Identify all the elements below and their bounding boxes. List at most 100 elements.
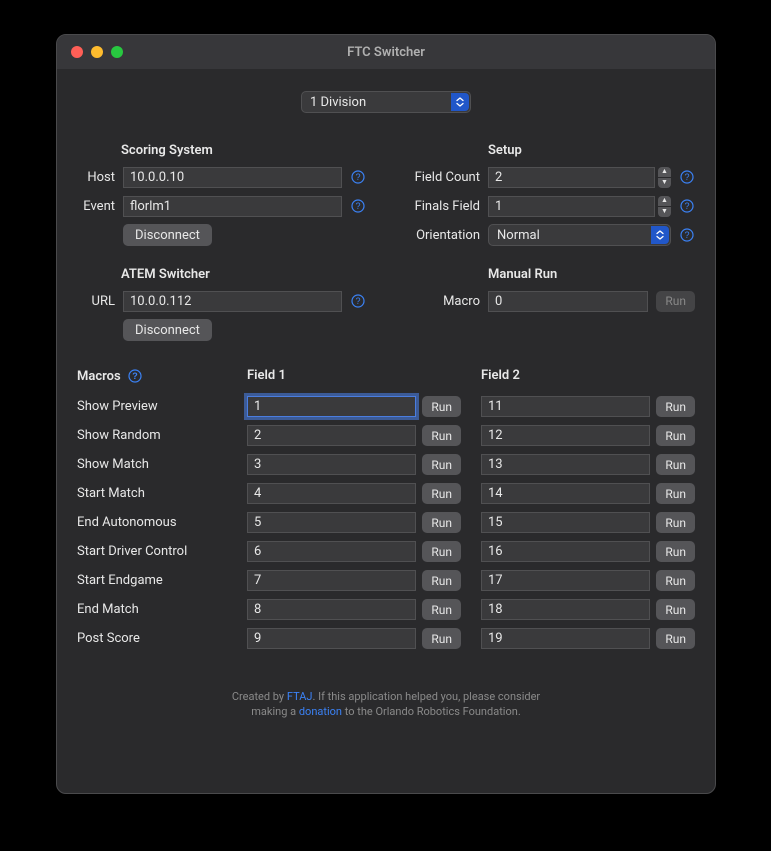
macro-row: Post ScoreRunRun (77, 628, 695, 649)
field1-cell: Run (247, 454, 461, 475)
help-icon[interactable]: ? (679, 227, 695, 243)
ftaj-link[interactable]: FTAJ (287, 690, 313, 703)
macro-field2-input[interactable] (481, 570, 650, 591)
chevron-up-icon[interactable]: ▲ (658, 167, 671, 177)
titlebar: FTC Switcher (57, 35, 715, 69)
macro-field1-input[interactable] (247, 570, 416, 591)
chevron-down-icon[interactable]: ▼ (658, 178, 671, 188)
macro-field2-input[interactable] (481, 628, 650, 649)
macro-row: Start MatchRunRun (77, 483, 695, 504)
field2-cell: Run (481, 570, 695, 591)
scoring-disconnect-button[interactable]: Disconnect (123, 224, 212, 246)
macro-field2-input[interactable] (481, 512, 650, 533)
atem-heading: ATEM Switcher (77, 267, 366, 282)
macro-label: End Match (77, 602, 227, 617)
svg-text:?: ? (355, 201, 360, 211)
macro-field1-input[interactable] (247, 628, 416, 649)
macro-run-button[interactable]: Run (422, 541, 461, 562)
field1-cell: Run (247, 570, 461, 591)
orientation-label: Orientation (406, 228, 480, 243)
minimize-window-button[interactable] (91, 46, 103, 58)
macro-field1-input[interactable] (247, 599, 416, 620)
macro-run-button[interactable]: Run (422, 483, 461, 504)
macro-run-button[interactable]: Run (656, 570, 695, 591)
field1-cell: Run (247, 396, 461, 417)
help-icon[interactable]: ? (350, 293, 366, 309)
macro-field1-input[interactable] (247, 541, 416, 562)
division-select[interactable]: 1 Division (301, 91, 471, 113)
chevron-down-icon[interactable]: ▼ (658, 207, 671, 217)
chevron-up-down-icon (651, 226, 669, 244)
macro-field1-input[interactable] (247, 512, 416, 533)
division-select-value: 1 Division (310, 95, 366, 110)
macro-run-button[interactable]: Run (656, 454, 695, 475)
macro-run-button[interactable]: Run (422, 454, 461, 475)
macro-row: Show RandomRunRun (77, 425, 695, 446)
macro-run-button[interactable]: Run (656, 599, 695, 620)
macro-run-button[interactable]: Run (422, 570, 461, 591)
macro-run-button[interactable]: Run (656, 541, 695, 562)
donation-link[interactable]: donation (299, 705, 342, 718)
macro-field2-input[interactable] (481, 483, 650, 504)
field1-cell: Run (247, 425, 461, 446)
macro-field2-input[interactable] (481, 425, 650, 446)
field1-heading: Field 1 (247, 368, 461, 383)
chevron-up-down-icon (451, 93, 469, 111)
close-window-button[interactable] (71, 46, 83, 58)
field1-cell: Run (247, 541, 461, 562)
manual-macro-input[interactable] (488, 291, 648, 312)
scoring-system-heading: Scoring System (77, 143, 366, 158)
macro-field1-input[interactable] (247, 425, 416, 446)
zoom-window-button[interactable] (111, 46, 123, 58)
help-icon[interactable]: ? (679, 169, 695, 185)
macro-row: End AutonomousRunRun (77, 512, 695, 533)
macro-field2-input[interactable] (481, 599, 650, 620)
field-count-input[interactable] (488, 167, 655, 188)
window-title: FTC Switcher (57, 45, 715, 60)
macro-run-button[interactable]: Run (422, 512, 461, 533)
window-content: 1 Division Scoring System Host ? Even (57, 69, 715, 793)
atem-disconnect-button[interactable]: Disconnect (123, 319, 212, 341)
macro-field1-input[interactable] (247, 396, 416, 417)
macro-field2-input[interactable] (481, 454, 650, 475)
manual-run-button[interactable]: Run (656, 291, 695, 312)
manual-run-heading: Manual Run (406, 267, 695, 282)
macro-run-button[interactable]: Run (422, 628, 461, 649)
field1-cell: Run (247, 512, 461, 533)
macro-run-button[interactable]: Run (422, 425, 461, 446)
svg-text:?: ? (684, 201, 689, 211)
macro-row: Show MatchRunRun (77, 454, 695, 475)
macro-field2-input[interactable] (481, 541, 650, 562)
macro-run-button[interactable]: Run (656, 512, 695, 533)
traffic-lights (57, 46, 123, 58)
chevron-up-icon[interactable]: ▲ (658, 196, 671, 206)
finals-field-input[interactable] (488, 196, 655, 217)
field-count-label: Field Count (406, 170, 480, 185)
macro-run-button[interactable]: Run (656, 396, 695, 417)
event-label: Event (77, 199, 115, 214)
macro-run-button[interactable]: Run (656, 425, 695, 446)
macros-heading: Macros (77, 369, 121, 384)
svg-text:?: ? (684, 230, 689, 240)
host-input[interactable] (123, 167, 342, 188)
help-icon[interactable]: ? (127, 368, 143, 384)
url-input[interactable] (123, 291, 342, 312)
finals-field-stepper[interactable]: ▲ ▼ (658, 196, 671, 217)
field-count-stepper[interactable]: ▲ ▼ (658, 167, 671, 188)
macro-field1-input[interactable] (247, 483, 416, 504)
macro-run-button[interactable]: Run (656, 483, 695, 504)
macro-run-button[interactable]: Run (422, 396, 461, 417)
macro-field1-input[interactable] (247, 454, 416, 475)
help-icon[interactable]: ? (350, 198, 366, 214)
event-input[interactable] (123, 196, 342, 217)
macro-run-button[interactable]: Run (656, 628, 695, 649)
setup-heading: Setup (406, 143, 695, 158)
macro-run-button[interactable]: Run (422, 599, 461, 620)
macro-field2-input[interactable] (481, 396, 650, 417)
help-icon[interactable]: ? (350, 169, 366, 185)
field2-cell: Run (481, 483, 695, 504)
field2-cell: Run (481, 541, 695, 562)
host-label: Host (77, 170, 115, 185)
orientation-select[interactable]: Normal (488, 224, 671, 246)
help-icon[interactable]: ? (679, 198, 695, 214)
